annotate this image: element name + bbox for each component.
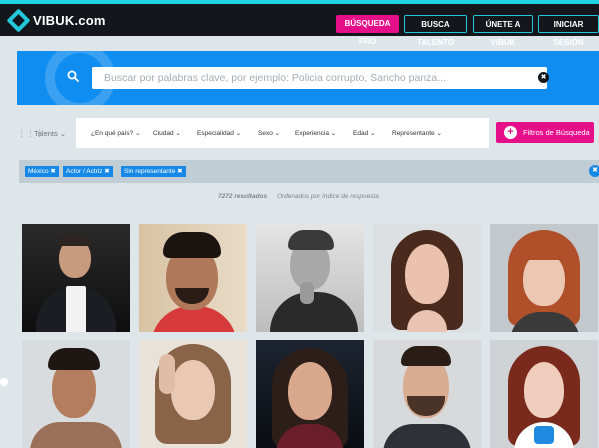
country-dropdown[interactable]: ¿En qué país? ⌄ [91, 129, 141, 137]
busca-talento-button[interactable]: BUSCA TALENTO [404, 15, 467, 47]
photo-hair [163, 232, 221, 258]
photo-necklace [534, 426, 554, 444]
top-navigation-bar: VIBUK.com BÚSQUEDA PRO BUSCA TALENTO ÚNE… [0, 4, 599, 47]
photo-bangs [520, 244, 568, 260]
photo-hand [300, 282, 314, 304]
photo-hair [401, 346, 451, 366]
talent-card-1[interactable] [22, 224, 130, 332]
specialty-dropdown[interactable]: Especialidad ⌄ [197, 129, 241, 137]
photo-face [405, 244, 449, 304]
iniciar-sesion-button[interactable]: INICIAR SESIÓN [538, 15, 599, 47]
photo-hair [48, 348, 100, 370]
search-icon[interactable] [67, 70, 79, 82]
clear-filters-icon[interactable]: ✖ [589, 165, 599, 177]
filter-dropdowns: ¿En qué país? ⌄ Ciudad ⌄ Especialidad ⌄ … [76, 118, 489, 148]
talent-card-9[interactable] [373, 340, 481, 448]
talent-card-3[interactable] [256, 224, 364, 332]
filter-chip-mexico[interactable]: México ✖ [25, 166, 59, 177]
photo-face [288, 362, 332, 420]
search-band: ✖ [17, 51, 599, 105]
photo-hair [288, 230, 334, 250]
photo-hair [58, 234, 92, 246]
experience-dropdown[interactable]: Experiencia ⌄ [295, 129, 336, 137]
results-order: Ordenados por índice de respuesta [276, 193, 379, 200]
city-dropdown[interactable]: Ciudad ⌄ [153, 129, 181, 137]
busqueda-pro-button[interactable]: BÚSQUEDA PRO [336, 15, 399, 46]
active-filters-bar: México ✖ Actor / Actriz ✖ Sin representa… [19, 160, 599, 183]
plus-icon: + [504, 126, 517, 139]
talent-card-2[interactable] [139, 224, 247, 332]
category-dropdown[interactable]: Talents ⌄ [34, 129, 66, 138]
photo-hand [159, 354, 175, 394]
talent-card-8[interactable] [256, 340, 364, 448]
photo-figure [30, 422, 122, 448]
search-input[interactable] [92, 67, 547, 89]
representative-dropdown[interactable]: Representante ⌄ [392, 129, 442, 137]
talent-card-10[interactable] [490, 340, 598, 448]
talent-card-7[interactable] [139, 340, 247, 448]
search-filters-button[interactable]: + Filtros de Búsqueda [496, 122, 594, 143]
talent-card-5[interactable] [490, 224, 598, 332]
clear-search-icon[interactable]: ✖ [538, 72, 549, 83]
filter-bar: ⋮⋮⋮ Talents ⌄ ¿En qué país? ⌄ Ciudad ⌄ E… [0, 118, 599, 148]
talent-card-6[interactable] [22, 340, 130, 448]
talent-card-4[interactable] [373, 224, 481, 332]
filter-chip-sin-representante[interactable]: Sin representante ✖ [121, 166, 186, 177]
filter-chip-actor[interactable]: Actor / Actriz ✖ [63, 166, 113, 177]
photo-face [171, 360, 215, 420]
cube-logo-icon [6, 8, 31, 33]
photo-face [523, 252, 565, 306]
results-count: 7272 resultados [218, 193, 268, 200]
age-dropdown[interactable]: Edad ⌄ [353, 129, 375, 137]
photo-face [524, 362, 564, 418]
sex-dropdown[interactable]: Sexo ⌄ [258, 129, 280, 137]
unete-button[interactable]: ÚNETE A VIBUK [473, 15, 533, 47]
results-summary: 7272 resultados Ordenados por índice de … [218, 193, 379, 200]
carousel-left-handle[interactable] [0, 378, 8, 386]
photo-shirt [66, 286, 86, 332]
brand-name: VIBUK.com [33, 13, 106, 28]
brand-logo[interactable]: VIBUK.com [6, 8, 106, 33]
